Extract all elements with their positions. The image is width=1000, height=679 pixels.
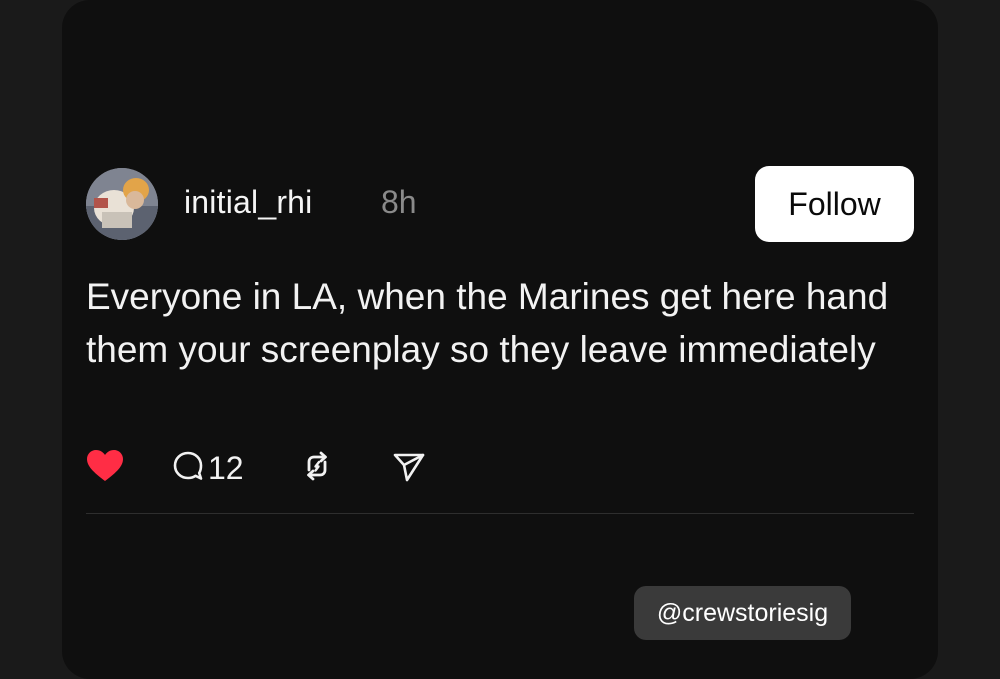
share-button[interactable] [392,446,426,490]
post-header: initial_rhi 8h Follow [86,166,914,242]
post-actions: 12 [86,446,486,490]
repost-button[interactable] [300,446,334,490]
username[interactable]: initial_rhi [184,184,312,221]
comment-icon [172,450,204,487]
post-text: Everyone in LA, when the Marines get her… [86,276,889,370]
post-card: initial_rhi 8h Follow Everyone in LA, wh… [62,0,938,679]
post-timestamp: 8h [381,184,417,220]
repost-icon [300,449,334,488]
follow-button[interactable]: Follow [755,166,914,242]
avatar[interactable] [86,168,158,240]
reply-count: 12 [208,449,244,486]
watermark-badge: @crewstoriesig [634,586,851,640]
heart-icon [86,449,124,488]
avatar-image [86,168,158,240]
divider [86,513,914,514]
send-icon [392,449,426,488]
like-button[interactable] [86,446,124,490]
reply-button[interactable]: 12 [172,446,244,490]
